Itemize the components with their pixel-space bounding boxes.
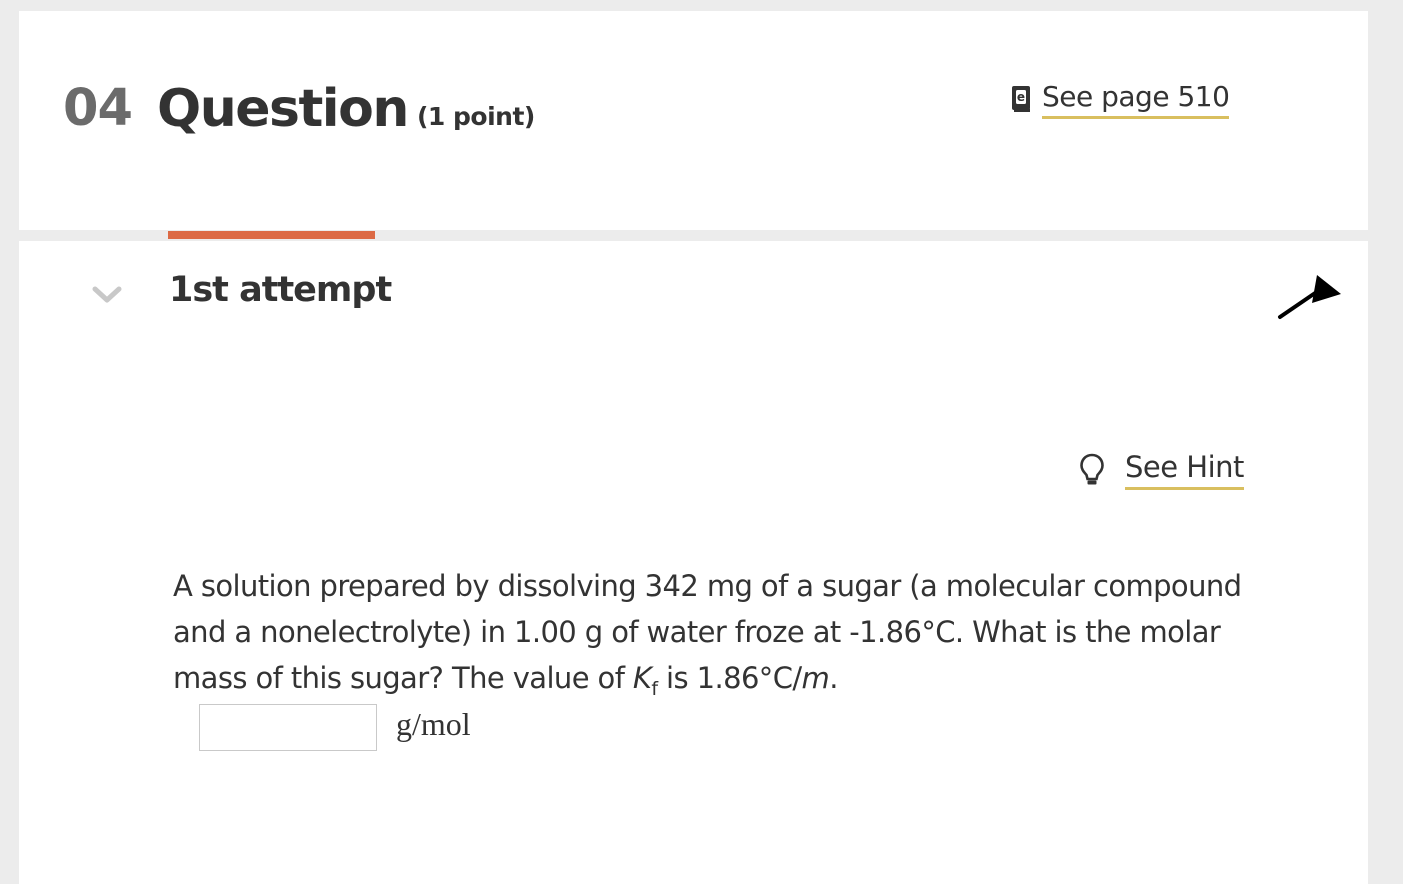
question-title: Question [157, 79, 409, 139]
answer-input[interactable] [199, 704, 377, 751]
question-prompt-part2: is 1.86°C/ [657, 661, 802, 695]
chevron-down-icon[interactable] [91, 285, 123, 305]
question-prompt-part3: . [829, 661, 838, 695]
attempt-panel: 1st attempt See Hint A solution prepared… [19, 231, 1368, 884]
svg-text:e: e [1017, 90, 1025, 104]
question-header: 04 Question (1 point) e See page 510 [19, 11, 1368, 230]
attempt-tab-indicator [168, 231, 375, 239]
mouse-cursor-icon [1278, 275, 1341, 319]
question-number: 04 [63, 79, 133, 138]
question-prompt: A solution prepared by dissolving 342 mg… [173, 563, 1263, 701]
molality-unit: m [801, 661, 830, 695]
question-points: (1 point) [417, 102, 535, 131]
see-hint-link[interactable]: See Hint [1079, 450, 1244, 491]
kf-symbol: Kf [632, 661, 658, 698]
ebook-link-label: See page 510 [1042, 80, 1230, 120]
attempt-label: 1st attempt [169, 270, 392, 310]
ebook-icon: e [1012, 86, 1030, 112]
kf-symbol-letter: K [632, 661, 652, 695]
answer-unit-label: g/mol [396, 706, 471, 742]
lightbulb-icon [1080, 453, 1104, 485]
see-hint-label: See Hint [1125, 450, 1244, 491]
ebook-page-link[interactable]: e See page 510 [1011, 80, 1230, 120]
page-right-margin [1368, 0, 1403, 884]
